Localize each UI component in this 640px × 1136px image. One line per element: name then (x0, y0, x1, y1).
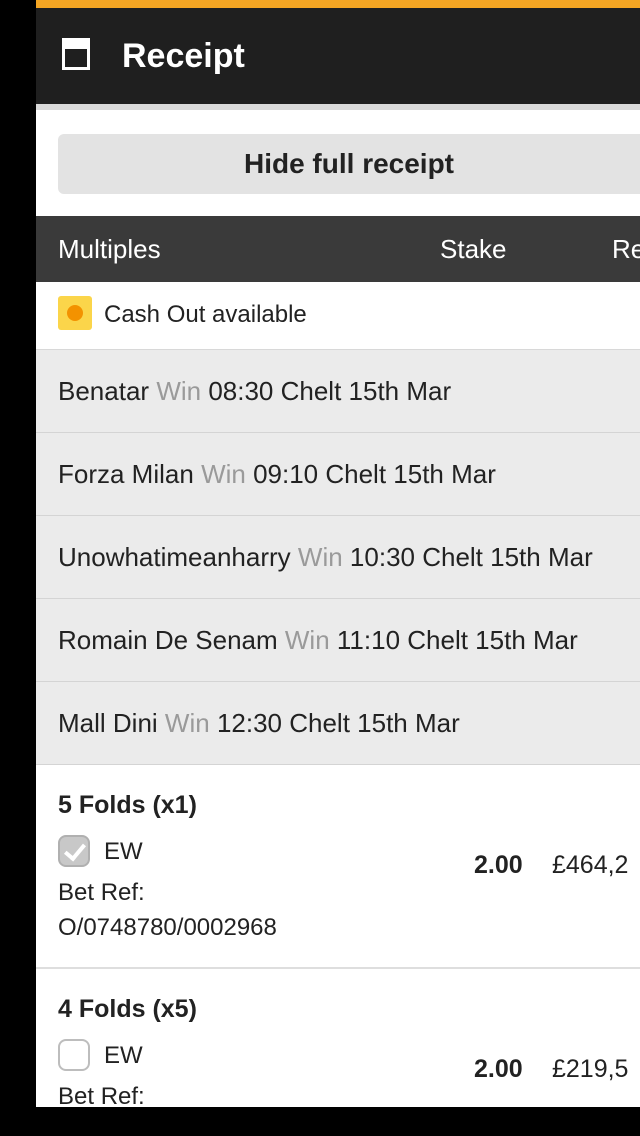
bet-title: 5 Folds (x1) (58, 791, 197, 819)
selection-market: Win (284, 625, 330, 655)
hide-full-receipt-button[interactable]: Hide full receipt (58, 134, 640, 194)
selection-details: 11:10 Chelt 15th Mar (336, 625, 578, 655)
selection-row: Benatar Win 08:30 Chelt 15th Mar (36, 350, 640, 433)
selection-name: Forza Milan (58, 459, 194, 489)
app-header: Receipt (36, 8, 640, 104)
bet-block-5-folds: 5 Folds (x1) EW Bet Ref: O/0748780/00029… (36, 765, 640, 969)
selection-market: Win (297, 542, 343, 572)
selection-row: Mall Dini Win 12:30 Chelt 15th Mar (36, 682, 640, 765)
page-title: Receipt (122, 37, 245, 75)
selection-details: 08:30 Chelt 15th Mar (208, 376, 452, 406)
bet-returns: £464,2 (552, 851, 629, 879)
hide-receipt-container: Hide full receipt (36, 110, 640, 216)
ew-checkbox[interactable] (58, 835, 90, 867)
cash-out-row: Cash Out available (36, 282, 640, 350)
selection-market: Win (156, 376, 202, 406)
selection-name: Unowhatimeanharry (58, 542, 291, 572)
bet-stake: 2.00 (474, 851, 523, 879)
bet-ref-label: Bet Ref: (58, 879, 145, 906)
bet-ref-value: O/0748780/0002968 (58, 914, 277, 941)
bet-returns: £219,5 (552, 1055, 629, 1083)
selection-name: Benatar (58, 376, 150, 406)
bet-stake: 2.00 (474, 1055, 523, 1083)
ew-label: EW (104, 838, 143, 865)
ew-checkbox[interactable] (58, 1039, 90, 1071)
cash-out-icon (58, 296, 92, 330)
ew-label: EW (104, 1042, 143, 1069)
cash-out-label: Cash Out available (104, 301, 307, 328)
receipt-screen: Receipt Hide full receipt Multiples Stak… (36, 0, 640, 1107)
bet-block-4-folds: 4 Folds (x5) EW Bet Ref: 2.00 £219,5 (36, 969, 640, 1107)
selection-name: Mall Dini (58, 708, 158, 738)
selection-row: Forza Milan Win 09:10 Chelt 15th Mar (36, 433, 640, 516)
bottom-frame (0, 1107, 640, 1136)
selection-market: Win (164, 708, 210, 738)
column-header-bar: Multiples Stake Re (36, 216, 640, 282)
column-stake: Stake (440, 234, 507, 264)
selection-details: 09:10 Chelt 15th Mar (253, 459, 496, 489)
column-multiples: Multiples (58, 234, 161, 264)
receipt-icon (62, 38, 90, 70)
column-returns: Re (612, 234, 640, 264)
selection-market: Win (201, 459, 246, 489)
selection-details: 10:30 Chelt 15th Mar (349, 542, 593, 572)
left-frame (0, 0, 36, 1136)
bet-title: 4 Folds (x5) (58, 995, 197, 1023)
selection-row: Romain De Senam Win 11:10 Chelt 15th Mar (36, 599, 640, 682)
bet-ref-label: Bet Ref: (58, 1083, 145, 1107)
top-accent-bar (36, 0, 640, 8)
selection-details: 12:30 Chelt 15th Mar (216, 708, 460, 738)
selection-row: Unowhatimeanharry Win 10:30 Chelt 15th M… (36, 516, 640, 599)
selection-name: Romain De Senam (58, 625, 278, 655)
